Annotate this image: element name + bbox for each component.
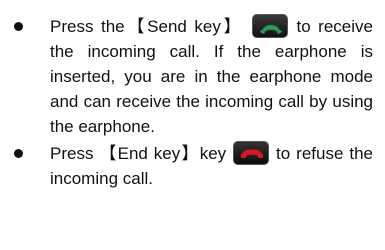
list-item: Press the【Send key】 to receive the incom… bbox=[0, 14, 385, 139]
list-item: Press 【End key】key to refuse the incomin… bbox=[0, 141, 385, 191]
item-text-before-icon: Press 【End key】key bbox=[50, 144, 233, 163]
end-key-icon bbox=[233, 141, 270, 165]
send-key-icon bbox=[251, 14, 288, 38]
item-text-before-icon: Press the【Send key】 bbox=[50, 17, 244, 36]
bullet-icon bbox=[14, 22, 23, 31]
bullet-icon bbox=[14, 149, 23, 158]
instruction-list: Press the【Send key】 to receive the incom… bbox=[0, 14, 385, 191]
